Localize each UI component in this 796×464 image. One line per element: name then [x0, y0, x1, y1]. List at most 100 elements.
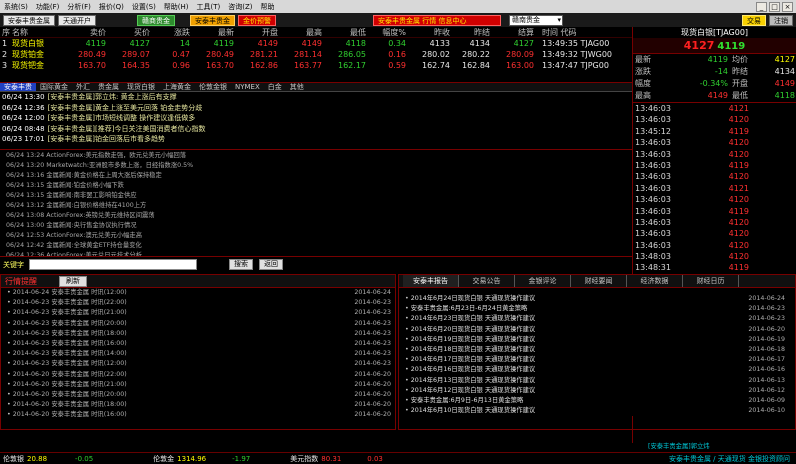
reports-tab[interactable]: 经济数据: [627, 275, 683, 287]
status-ticker[interactable]: 安泰丰贵金属 / 天通现货 金银投资顾问: [669, 454, 790, 464]
news-tab[interactable]: 白金: [264, 83, 286, 91]
list-item[interactable]: • 2014年6月18日现货白银 天通现货操作建议 2014-06-18: [399, 345, 795, 355]
market-select[interactable]: 赣南贵金 ▾: [509, 14, 563, 26]
headline-item[interactable]: 06/24 12:00 [安泰丰贵金属]市场短线调整 操作建议逢低做多: [0, 113, 632, 124]
header-sell[interactable]: 卖价: [62, 27, 106, 37]
header-high[interactable]: 最高: [278, 27, 322, 37]
quote-row[interactable]: 1 现货白银 4119 4127 14 4119 4149 4149 4118 …: [0, 38, 632, 49]
news-feed-item[interactable]: 06/24 13:15 金属新闻:南非罢工影响铂金供应: [0, 191, 632, 201]
list-item[interactable]: • 2014年6月16日现货白银 天通现货操作建议 2014-06-16: [399, 365, 795, 375]
list-item[interactable]: • 2014-06-24 安泰丰贵金属 时讯(12:00) 2014-06-24: [1, 288, 395, 298]
list-item[interactable]: • 2014-06-23 安泰丰贵金属 时讯(21:00) 2014-06-23: [1, 308, 395, 318]
quote-row[interactable]: 2 现货铂金 280.49 289.07 0.47 280.49 281.21 …: [0, 49, 632, 60]
list-item[interactable]: • 2014年6月20日现货白银 天通现货操作建议 2014-06-20: [399, 325, 795, 335]
menu-help2[interactable]: 帮助: [257, 2, 279, 12]
news-tab[interactable]: 上海黄金: [159, 83, 195, 91]
account-button[interactable]: 安泰丰贵金属: [3, 14, 55, 26]
list-item[interactable]: • 2014-06-20 安泰丰贵金属 时讯(22:00) 2014-06-20: [1, 370, 395, 380]
header-prev-close[interactable]: 昨收: [406, 27, 450, 37]
list-item[interactable]: • 2014年6月19日现货白银 天通现货操作建议 2014-06-19: [399, 335, 795, 345]
list-item[interactable]: • 2014-06-23 安泰丰贵金属 时讯(22:00) 2014-06-23: [1, 298, 395, 308]
header-low[interactable]: 最低: [322, 27, 366, 37]
list-item[interactable]: • 2014-06-20 安泰丰贵金属 时讯(20:00) 2014-06-20: [1, 390, 395, 400]
list-item[interactable]: • 2014-06-23 安泰丰贵金属 时讯(18:00) 2014-06-23: [1, 329, 395, 339]
reports-tab[interactable]: 财经日历: [683, 275, 739, 287]
refresh-button[interactable]: 刷新: [59, 275, 87, 287]
headline-item[interactable]: 06/24 12:36 [安泰丰贵金属]黄金上涨至美元回落 铂金走势分歧: [0, 103, 632, 114]
list-item[interactable]: • 2014年6月12日现货白银 天通现货操作建议 2014-06-12: [399, 386, 795, 396]
headline-item[interactable]: 06/23 17:01 [安泰丰贵金属]铂金回落后市看多趋势: [0, 134, 632, 145]
minimize-button[interactable]: _: [756, 1, 767, 12]
menu-system[interactable]: 系统(S): [0, 2, 32, 12]
menu-tools[interactable]: 工具(T): [193, 2, 225, 12]
header-time-code[interactable]: 时间 代码: [534, 27, 608, 37]
list-item[interactable]: • 2014年6月23日现货白银 天通现货操作建议 2014-06-23: [399, 314, 795, 324]
maximize-button[interactable]: □: [769, 1, 780, 12]
list-item[interactable]: • 2014年6月13日现货白银 天通现货操作建议 2014-06-13: [399, 376, 795, 386]
news-tab[interactable]: 外汇: [72, 83, 94, 91]
header-buy[interactable]: 买价: [106, 27, 150, 37]
news-feed-item[interactable]: 06/24 13:24 ActionForex:美元指数走强，欧元兑美元小幅回落: [0, 151, 632, 161]
reports-tab[interactable]: 金银评论: [515, 275, 571, 287]
list-item[interactable]: • 2014-06-20 安泰丰贵金属 时讯(21:00) 2014-06-20: [1, 380, 395, 390]
quote-row[interactable]: 3 现货钯金 163.70 164.35 0.96 163.70 162.86 …: [0, 60, 632, 71]
price-alert-button[interactable]: 金价预警: [238, 14, 276, 26]
list-item[interactable]: • 2014-06-23 安泰丰贵金属 时讯(16:00) 2014-06-23: [1, 339, 395, 349]
list-item[interactable]: • 2014-06-20 安泰丰贵金属 时讯(18:00) 2014-06-20: [1, 400, 395, 410]
orange-account-button[interactable]: 安泰丰贵金: [190, 14, 235, 26]
bottom-ticker[interactable]: [安泰丰贵金属]郭立炜: [648, 441, 796, 452]
news-tab[interactable]: 国际黄金: [36, 83, 72, 91]
list-item[interactable]: • 安泰丰贵金属:6月9日-6月13日黄金策略 2014-06-09: [399, 396, 795, 406]
header-pct[interactable]: 幅度%: [366, 27, 406, 37]
news-feed-item[interactable]: 06/24 12:53 ActionForex:澳元兑美元小幅走高: [0, 231, 632, 241]
list-item[interactable]: • 2014-06-23 安泰丰贵金属 时讯(14:00) 2014-06-23: [1, 349, 395, 359]
news-feed-item[interactable]: 06/24 13:20 Marketwatch:亚洲股市多数上涨，日经指数涨0.…: [0, 161, 632, 171]
menu-quote[interactable]: 报价(Q): [95, 2, 128, 12]
news-feed-item[interactable]: 06/24 13:16 金属新闻:黄金价格在上周大涨后保持稳定: [0, 171, 632, 181]
menu-consult[interactable]: 咨询(Z): [224, 2, 256, 12]
green-quote-button[interactable]: 赣商贵金: [137, 14, 175, 26]
news-feed-item[interactable]: 06/24 13:12 金属新闻:白银价格维持在4100上方: [0, 201, 632, 211]
news-tab[interactable]: NYMEX: [231, 83, 264, 91]
reports-tab[interactable]: 交易公告: [459, 275, 515, 287]
list-item[interactable]: • 2014-06-20 安泰丰贵金属 时讯(16:00) 2014-06-20: [1, 410, 395, 420]
news-feed-item[interactable]: 06/24 13:08 ActionForex:英镑兑美元维持区间震荡: [0, 211, 632, 221]
news-feed-item[interactable]: 06/24 12:42 金属新闻:全球黄金ETF持仓量变化: [0, 241, 632, 251]
trade-button[interactable]: 交易: [742, 14, 766, 26]
news-tab[interactable]: 伦敦金银: [195, 83, 231, 91]
back-button[interactable]: 返回: [259, 259, 283, 270]
menu-analysis[interactable]: 分析(F): [63, 2, 95, 12]
headline-item[interactable]: 06/24 13:30 [安泰丰贵金属]郭立炜: 黄金上涨后有支撑: [0, 92, 632, 103]
news-feed-item[interactable]: 06/24 13:00 金属新闻:央行售金协议执行情况: [0, 221, 632, 231]
header-last[interactable]: 最新: [190, 27, 234, 37]
news-feed-item[interactable]: 06/24 13:15 金属新闻:铂金价格小幅下跌: [0, 181, 632, 191]
list-item[interactable]: • 2014-06-23 安泰丰贵金属 时讯(20:00) 2014-06-23: [1, 319, 395, 329]
list-item[interactable]: • 2014年6月10日现货白银 天通现货操作建议 2014-06-10: [399, 406, 795, 416]
list-item[interactable]: • 2014-06-23 安泰丰贵金属 时讯(12:00) 2014-06-23: [1, 359, 395, 369]
info-center-button[interactable]: 安泰丰贵金属 行情 信息中心: [373, 14, 501, 26]
reports-tab[interactable]: 安泰丰报告: [403, 275, 459, 287]
menu-function[interactable]: 功能(F): [32, 2, 64, 12]
header-name[interactable]: 名称: [8, 27, 62, 37]
header-open[interactable]: 开盘: [234, 27, 278, 37]
menu-settings[interactable]: 设置(S): [128, 2, 160, 12]
header-prev-settle[interactable]: 昨结: [450, 27, 490, 37]
news-tab[interactable]: 贵金属: [94, 83, 123, 91]
header-no[interactable]: 序: [0, 27, 10, 37]
list-item[interactable]: • 安泰丰贵金属:6月23日-6月24日黄金策略 2014-06-23: [399, 304, 795, 314]
headline-item[interactable]: 06/24 08:48 [安泰丰贵金属][推荐]今日关注美国消费者信心指数: [0, 124, 632, 135]
news-tab[interactable]: 安泰丰贵: [0, 83, 36, 91]
search-button[interactable]: 搜索: [229, 259, 253, 270]
header-change[interactable]: 涨跌: [150, 27, 190, 37]
menu-help[interactable]: 帮助(H): [160, 2, 193, 12]
list-item[interactable]: • 2014年6月17日现货白银 天通现货操作建议 2014-06-17: [399, 355, 795, 365]
reports-tab[interactable]: 财经要闻: [571, 275, 627, 287]
logout-button[interactable]: 注销: [769, 14, 793, 26]
open-account-button[interactable]: 天通开户: [58, 14, 96, 26]
news-tab[interactable]: 其他: [286, 83, 308, 91]
close-button[interactable]: ×: [782, 1, 793, 12]
news-tab[interactable]: 现货白银: [123, 83, 159, 91]
search-input[interactable]: [29, 259, 197, 270]
list-item[interactable]: • 2014年6月24日现货白银 天通现货操作建议 2014-06-24: [399, 294, 795, 304]
header-settle[interactable]: 结算: [490, 27, 534, 37]
